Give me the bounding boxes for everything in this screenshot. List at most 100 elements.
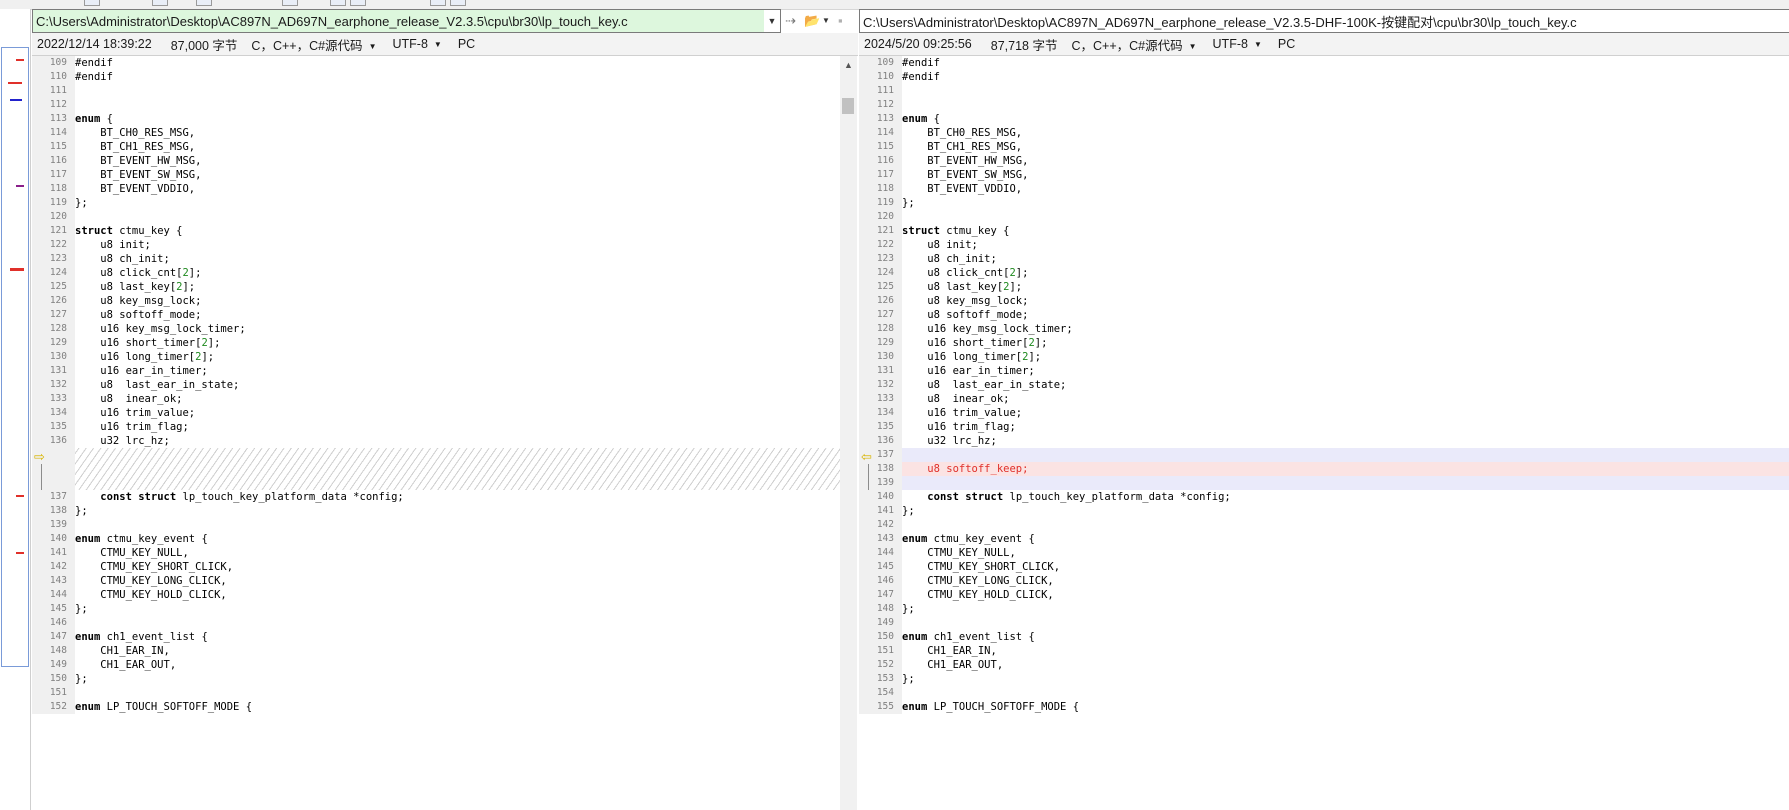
left-code-line[interactable]: 140 enum ctmu_key_event { — [32, 532, 840, 546]
right-code-line[interactable]: 134 u16 trim_value; — [859, 406, 1789, 420]
right-code-line[interactable]: 149 — [859, 616, 1789, 630]
right-code-line[interactable]: 126 u8 key_msg_lock; — [859, 294, 1789, 308]
right-code-line[interactable]: 148}; — [859, 602, 1789, 616]
toolbar-button[interactable] — [84, 0, 100, 6]
right-code-line[interactable]: 120 — [859, 210, 1789, 224]
save-icon[interactable]: ▪ — [838, 13, 843, 28]
right-code-line[interactable]: 123 u8 ch_init; — [859, 252, 1789, 266]
left-encoding-dropdown[interactable]: UTF-8 ▼ — [392, 37, 441, 51]
left-code-line[interactable]: 118 BT_EVENT_VDDIO, — [32, 182, 840, 196]
right-code-line[interactable]: 143 enum ctmu_key_event { — [859, 532, 1789, 546]
right-code-line[interactable]: 130 u16 long_timer[2]; — [859, 350, 1789, 364]
left-code-line[interactable]: 150}; — [32, 672, 840, 686]
right-code-line[interactable]: 140 const struct lp_touch_key_platform_d… — [859, 490, 1789, 504]
scroll-up-icon[interactable]: ▲ — [840, 56, 857, 73]
diff-marker[interactable] — [10, 268, 24, 271]
right-file-path-combo[interactable]: C:\Users\Administrator\Desktop\AC897N_AD… — [859, 9, 1789, 33]
toolbar-button[interactable] — [330, 0, 346, 6]
left-code-line[interactable]: 143 CTMU_KEY_LONG_CLICK, — [32, 574, 840, 588]
right-code-line[interactable]: 155 enum LP_TOUCH_SOFTOFF_MODE { — [859, 700, 1789, 714]
left-code-line[interactable]: 129 u16 short_timer[2]; — [32, 336, 840, 350]
left-code-line[interactable]: 112 — [32, 98, 840, 112]
right-code-line[interactable]: 147 CTMU_KEY_HOLD_CLICK, — [859, 588, 1789, 602]
left-code-line[interactable]: 142 CTMU_KEY_SHORT_CLICK, — [32, 560, 840, 574]
right-code-line[interactable]: 141}; — [859, 504, 1789, 518]
left-file-path[interactable]: C:\Users\Administrator\Desktop\AC897N_AD… — [36, 14, 628, 29]
right-code-line[interactable]: 122 u8 init; — [859, 238, 1789, 252]
right-code-line[interactable]: 109 #endif — [859, 56, 1789, 70]
left-line-ending[interactable]: PC — [458, 37, 475, 51]
left-code-line[interactable]: 128 u16 key_msg_lock_timer; — [32, 322, 840, 336]
toolbar-button[interactable] — [196, 0, 212, 6]
right-code-line[interactable]: 145 CTMU_KEY_SHORT_CLICK, — [859, 560, 1789, 574]
left-code-line[interactable]: 109 #endif — [32, 56, 840, 70]
right-code-line[interactable]: 153}; — [859, 672, 1789, 686]
left-code-line[interactable]: 110 #endif — [32, 70, 840, 84]
diff-overview-pane[interactable] — [0, 9, 31, 810]
right-code-line[interactable]: 112 — [859, 98, 1789, 112]
right-code-line[interactable]: 139 — [859, 476, 1789, 490]
right-code-line[interactable]: 144 CTMU_KEY_NULL, — [859, 546, 1789, 560]
right-code-line[interactable]: 138 u8 softoff_keep; — [859, 462, 1789, 476]
left-code-line[interactable]: 149 CH1_EAR_OUT, — [32, 658, 840, 672]
diff-marker[interactable] — [16, 552, 24, 554]
left-code-line[interactable]: 139 — [32, 518, 840, 532]
right-code-line[interactable]: 129 u16 short_timer[2]; — [859, 336, 1789, 350]
chevron-down-icon[interactable]: ▼ — [764, 10, 780, 32]
toolbar-button[interactable] — [350, 0, 366, 6]
toolbar-button[interactable] — [430, 0, 446, 6]
diff-marker[interactable] — [16, 59, 24, 61]
right-code-line[interactable]: 115 BT_CH1_RES_MSG, — [859, 140, 1789, 154]
left-code-line[interactable]: 126 u8 key_msg_lock; — [32, 294, 840, 308]
right-code-line[interactable]: 116 BT_EVENT_HW_MSG, — [859, 154, 1789, 168]
right-code-line[interactable]: 146 CTMU_KEY_LONG_CLICK, — [859, 574, 1789, 588]
left-code-line[interactable]: 152 enum LP_TOUCH_SOFTOFF_MODE { — [32, 700, 840, 714]
left-code-line[interactable]: 147 enum ch1_event_list { — [32, 630, 840, 644]
left-code-line[interactable]: 145}; — [32, 602, 840, 616]
right-line-ending[interactable]: PC — [1278, 37, 1295, 51]
right-code-line[interactable]: 137 — [859, 448, 1789, 462]
left-code-line[interactable]: 137 const struct lp_touch_key_platform_d… — [32, 490, 840, 504]
left-code-line[interactable]: 138}; — [32, 504, 840, 518]
right-code-line[interactable]: 125 u8 last_key[2]; — [859, 280, 1789, 294]
right-language-dropdown[interactable]: C，C++，C#源代码 ▼ — [1071, 35, 1196, 54]
left-code-line[interactable]: 119}; — [32, 196, 840, 210]
right-code-line[interactable]: 118 BT_EVENT_VDDIO, — [859, 182, 1789, 196]
right-code-line[interactable]: 150 enum ch1_event_list { — [859, 630, 1789, 644]
right-code-line[interactable]: 110 #endif — [859, 70, 1789, 84]
left-code-line[interactable]: 146 — [32, 616, 840, 630]
right-file-path[interactable]: C:\Users\Administrator\Desktop\AC897N_AD… — [863, 12, 1577, 31]
left-code-line[interactable]: 136 u32 lrc_hz; — [32, 434, 840, 448]
diff-marker[interactable] — [16, 495, 24, 497]
right-code-line[interactable]: 119}; — [859, 196, 1789, 210]
left-code-line[interactable]: 141 CTMU_KEY_NULL, — [32, 546, 840, 560]
left-vertical-scrollbar[interactable]: ▲ — [840, 56, 857, 810]
overview-viewport[interactable] — [1, 47, 29, 667]
left-code-line[interactable]: 125 u8 last_key[2]; — [32, 280, 840, 294]
left-code-line[interactable]: 135 u16 trim_flag; — [32, 420, 840, 434]
diff-marker[interactable] — [8, 82, 22, 84]
left-code-line[interactable]: 114 BT_CH0_RES_MSG, — [32, 126, 840, 140]
left-code-line[interactable]: 113 enum { — [32, 112, 840, 126]
diff-marker[interactable] — [10, 99, 22, 101]
left-code-line[interactable]: 127 u8 softoff_mode; — [32, 308, 840, 322]
right-code-line[interactable]: 135 u16 trim_flag; — [859, 420, 1789, 434]
right-encoding-dropdown[interactable]: UTF-8 ▼ — [1213, 37, 1262, 51]
left-code-line[interactable]: 111 — [32, 84, 840, 98]
left-code-line[interactable]: 117 BT_EVENT_SW_MSG, — [32, 168, 840, 182]
right-code-line[interactable]: 151 CH1_EAR_IN, — [859, 644, 1789, 658]
left-code-line[interactable]: 124 u8 click_cnt[2]; — [32, 266, 840, 280]
right-code-line[interactable]: 113 enum { — [859, 112, 1789, 126]
right-code-pane[interactable]: 109 #endif 110 #endif 111 112 113 enum {114 BT_… — [859, 56, 1789, 810]
arrow-left-icon[interactable]: ⇦ — [861, 450, 872, 464]
right-code-line[interactable]: 114 BT_CH0_RES_MSG, — [859, 126, 1789, 140]
right-code-line[interactable]: 136 u32 lrc_hz; — [859, 434, 1789, 448]
left-code-line[interactable]: 121 struct ctmu_key { — [32, 224, 840, 238]
left-language-dropdown[interactable]: C，C++，C#源代码 ▼ — [251, 35, 376, 54]
left-code-line[interactable]: 115 BT_CH1_RES_MSG, — [32, 140, 840, 154]
left-code-line[interactable]: 148 CH1_EAR_IN, — [32, 644, 840, 658]
left-file-path-combo[interactable]: C:\Users\Administrator\Desktop\AC897N_AD… — [32, 9, 781, 33]
right-code-line[interactable]: 133 u8 inear_ok; — [859, 392, 1789, 406]
scrollbar-thumb[interactable] — [842, 98, 854, 114]
next-difference-icon[interactable]: ⇢ — [785, 13, 796, 29]
